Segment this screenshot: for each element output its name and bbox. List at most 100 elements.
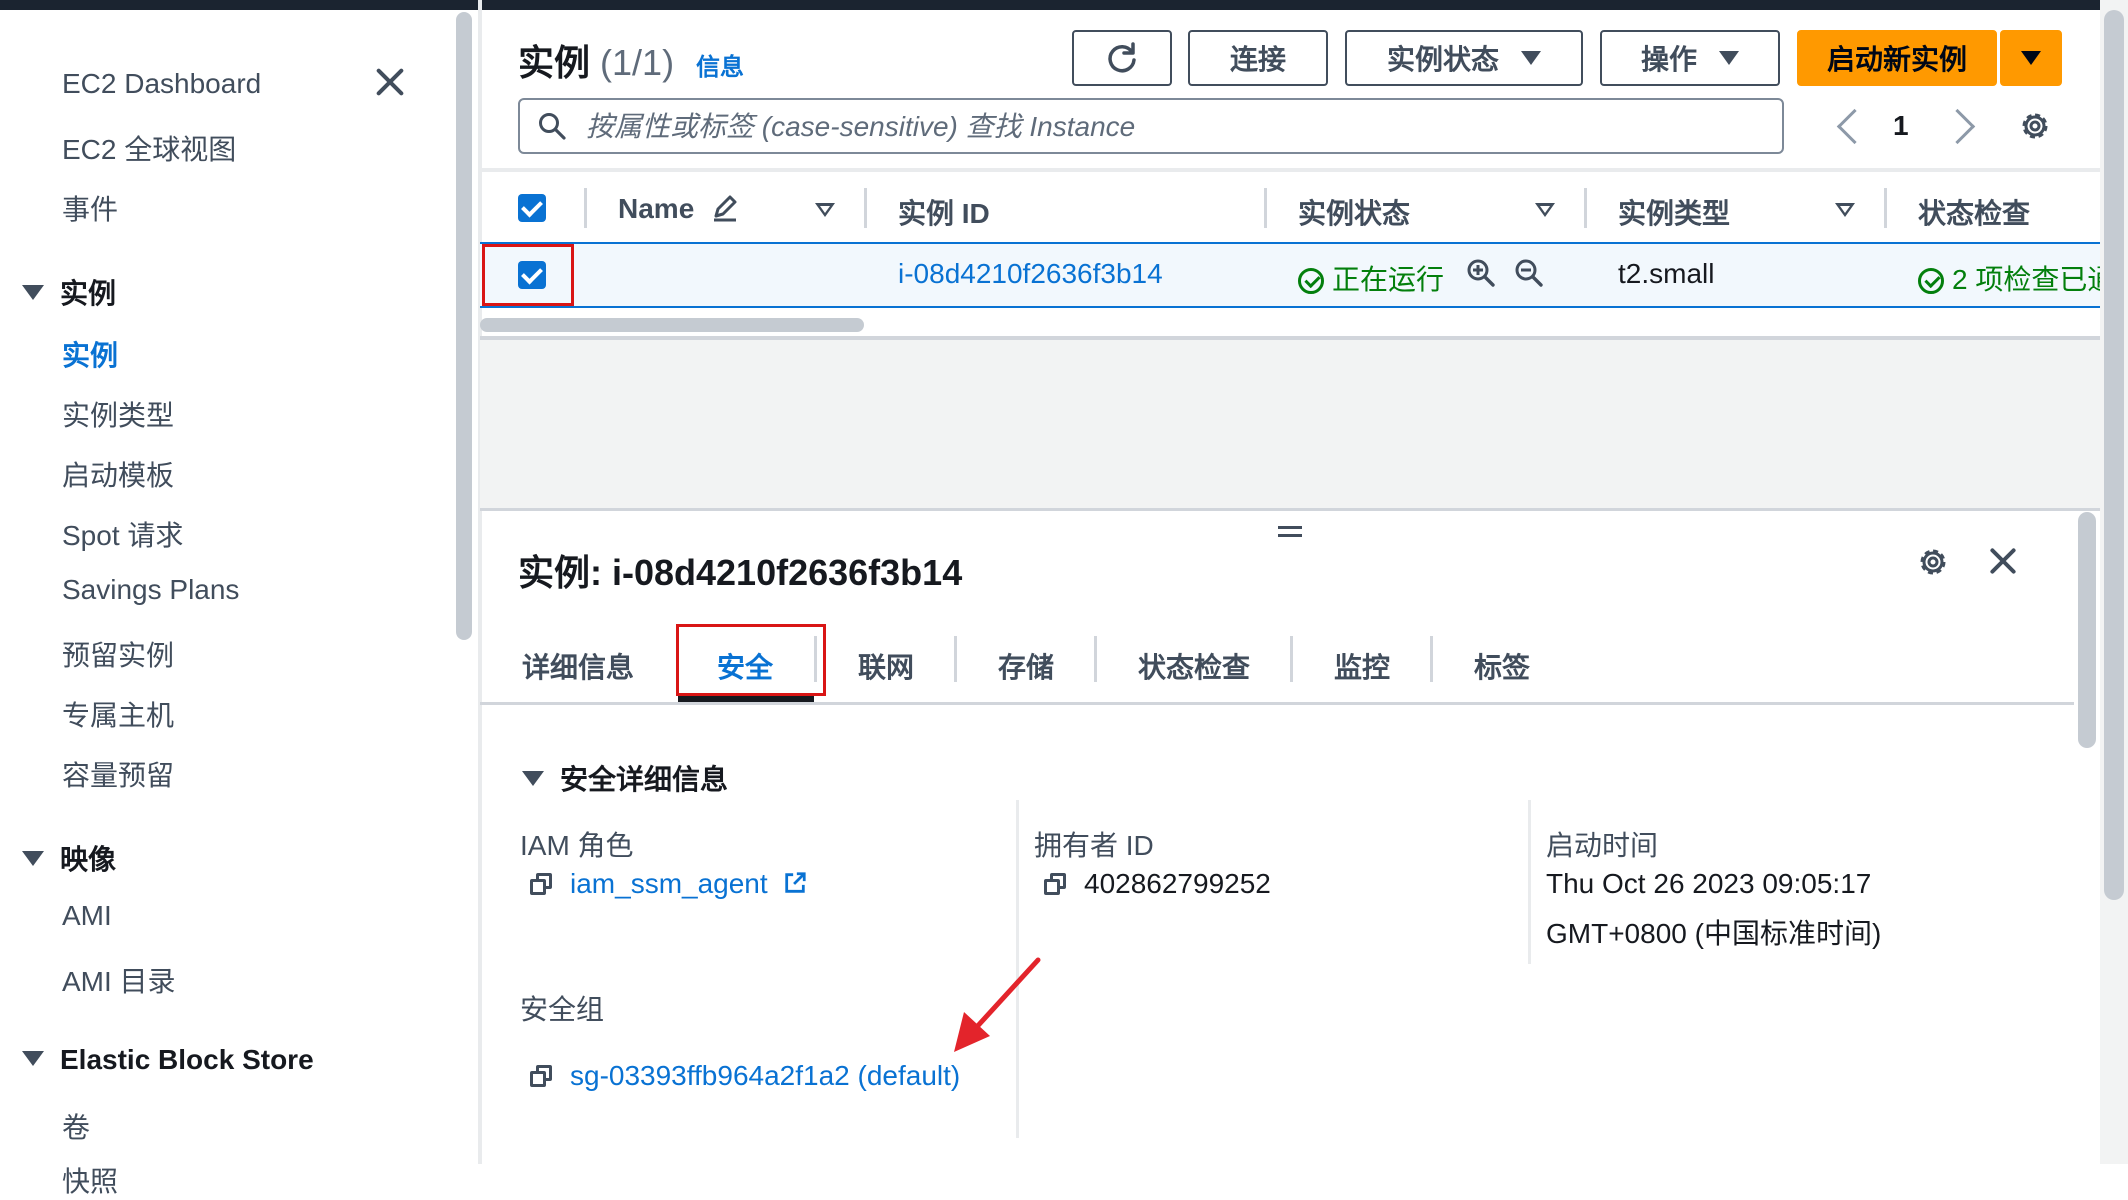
browser-top-strip xyxy=(0,0,2128,10)
sidebar-item-snapshots[interactable]: 快照 xyxy=(62,1160,118,1200)
sidebar-item-launch-templates[interactable]: 启动模板 xyxy=(62,454,174,494)
tab-tags[interactable]: 标签 xyxy=(1474,646,1530,686)
cell-status-check: 2 项检查已通 xyxy=(1918,258,2102,298)
sidebar-item-capacity-reservations[interactable]: 容量预留 xyxy=(62,754,174,794)
refresh-icon xyxy=(1108,42,1136,73)
tab-storage[interactable]: 存储 xyxy=(998,646,1054,686)
caret-down-icon xyxy=(22,851,44,867)
column-header-instance-state[interactable]: 实例状态 xyxy=(1298,192,1410,232)
split-panel-divider xyxy=(480,508,2105,511)
filter-icon[interactable] xyxy=(1835,203,1855,217)
connect-button[interactable]: 连接 xyxy=(1188,30,1328,86)
tab-details[interactable]: 详细信息 xyxy=(522,646,634,686)
highlight-box xyxy=(482,244,574,306)
column-separator xyxy=(864,188,867,228)
external-link-icon xyxy=(785,872,807,893)
table-empty-area xyxy=(480,340,2105,508)
instance-count: (1/1) xyxy=(600,42,675,83)
actions-button[interactable]: 操作 xyxy=(1600,30,1780,86)
instance-state-button[interactable]: 实例状态 xyxy=(1345,30,1583,86)
owner-id-label: 拥有者 ID xyxy=(1034,830,1154,861)
info-link[interactable]: 信息 xyxy=(696,47,744,82)
drag-handle-icon[interactable] xyxy=(1278,526,1302,538)
sidebar-item-spot-requests[interactable]: Spot 请求 xyxy=(62,514,183,554)
select-all-checkbox[interactable] xyxy=(518,194,546,222)
launch-time-line1: Thu Oct 26 2023 09:05:17 xyxy=(1546,868,1872,899)
launch-time-label: 启动时间 xyxy=(1546,830,1659,861)
page-number[interactable]: 1 xyxy=(1893,110,1909,142)
column-header-name[interactable]: Name xyxy=(618,192,740,225)
detail-title: 实例: i-08d4210f2636f3b14 xyxy=(518,552,963,593)
filter-icon[interactable] xyxy=(1535,203,1555,217)
sidebar-item-savings-plans[interactable]: Savings Plans xyxy=(62,574,239,606)
copy-icon[interactable] xyxy=(1044,873,1066,895)
cell-instance-state: 正在运行 xyxy=(1298,258,1444,298)
zoom-in-icon[interactable] xyxy=(1466,258,1496,288)
cell-instance-type: t2.small xyxy=(1618,258,1715,289)
iam-role-link[interactable]: iam_ssm_agent xyxy=(570,868,768,899)
sidebar-section-ebs[interactable]: Elastic Block Store xyxy=(22,1044,314,1076)
column-header-status-check[interactable]: 状态检查 xyxy=(1918,192,2030,232)
tabs-bottom-border xyxy=(480,702,2074,705)
iam-role-label: IAM 角色 xyxy=(520,830,634,861)
launch-instance-dropdown[interactable] xyxy=(2000,30,2062,86)
zoom-out-icon[interactable] xyxy=(1514,258,1544,288)
column-separator xyxy=(1884,188,1887,228)
sidebar-scrollbar[interactable] xyxy=(456,12,472,640)
sidebar-item-instance-types[interactable]: 实例类型 xyxy=(62,394,174,434)
tab-separator xyxy=(1290,636,1293,682)
security-group-label: 安全组 xyxy=(520,994,605,1025)
filter-icon[interactable] xyxy=(815,203,835,217)
sidebar-item-reserved-instances[interactable]: 预留实例 xyxy=(62,634,174,674)
table-row[interactable] xyxy=(480,242,2105,308)
detail-preferences-gear-icon[interactable] xyxy=(1916,545,1950,579)
sidebar-item-ami-catalog[interactable]: AMI 目录 xyxy=(62,960,176,1000)
refresh-button[interactable] xyxy=(1072,30,1172,86)
security-details-header[interactable]: 安全详细信息 xyxy=(522,758,728,798)
security-group-link[interactable]: sg-03393ffb964a2f1a2 (default) xyxy=(570,1060,960,1091)
owner-id-value: 402862799252 xyxy=(1044,868,1271,900)
highlight-box xyxy=(676,624,826,696)
chevron-right-icon[interactable] xyxy=(1939,108,1976,145)
sidebar-section-instances[interactable]: 实例 xyxy=(22,272,116,312)
sidebar-item-global-view[interactable]: EC2 全球视图 xyxy=(62,128,236,168)
sidebar-item-events[interactable]: 事件 xyxy=(62,188,118,228)
sidebar-section-images[interactable]: 映像 xyxy=(22,838,116,878)
caret-down-icon xyxy=(22,285,44,301)
tab-status-checks[interactable]: 状态检查 xyxy=(1138,646,1250,686)
cell-instance-id-link[interactable]: i-08d4210f2636f3b14 xyxy=(898,258,1163,290)
table-preferences-gear-icon[interactable] xyxy=(2018,109,2052,143)
page-scrollbar[interactable] xyxy=(2104,10,2124,900)
column-separator xyxy=(584,188,587,228)
copy-icon[interactable] xyxy=(530,1065,552,1087)
tab-networking[interactable]: 联网 xyxy=(858,646,914,686)
sidebar-item-ami[interactable]: AMI xyxy=(62,900,112,932)
sidebar-item-instances[interactable]: 实例 xyxy=(62,334,118,374)
caret-down-icon xyxy=(22,1051,44,1067)
caret-down-icon xyxy=(2021,51,2041,65)
caret-down-icon xyxy=(522,771,544,787)
table-horizontal-scrollbar[interactable] xyxy=(480,318,864,332)
launch-time-line2: GMT+0800 (中国标准时间) xyxy=(1546,918,1882,949)
edit-pencil-icon xyxy=(714,195,737,222)
column-separator xyxy=(1584,188,1587,228)
table-top-border xyxy=(480,168,2105,172)
page-title: 实例 (1/1) xyxy=(518,42,675,83)
caret-down-icon xyxy=(1521,51,1541,65)
sidebar-item-volumes[interactable]: 卷 xyxy=(62,1106,90,1146)
sidebar-item-ec2-dashboard[interactable]: EC2 Dashboard xyxy=(62,68,261,100)
tab-separator xyxy=(954,636,957,682)
caret-down-icon xyxy=(1719,51,1739,65)
detail-scrollbar[interactable] xyxy=(2078,512,2096,748)
copy-icon[interactable] xyxy=(530,873,552,895)
chevron-left-icon[interactable] xyxy=(1836,108,1873,145)
close-icon[interactable] xyxy=(1986,544,2020,578)
close-icon[interactable] xyxy=(370,62,410,102)
column-header-instance-id[interactable]: 实例 ID xyxy=(898,192,990,232)
search-input[interactable] xyxy=(584,100,1768,154)
success-check-icon xyxy=(1918,268,1944,294)
column-header-instance-type[interactable]: 实例类型 xyxy=(1618,192,1730,232)
tab-monitoring[interactable]: 监控 xyxy=(1334,646,1390,686)
sidebar-item-dedicated-hosts[interactable]: 专属主机 xyxy=(62,694,174,734)
launch-instance-button[interactable]: 启动新实例 xyxy=(1797,30,1997,86)
